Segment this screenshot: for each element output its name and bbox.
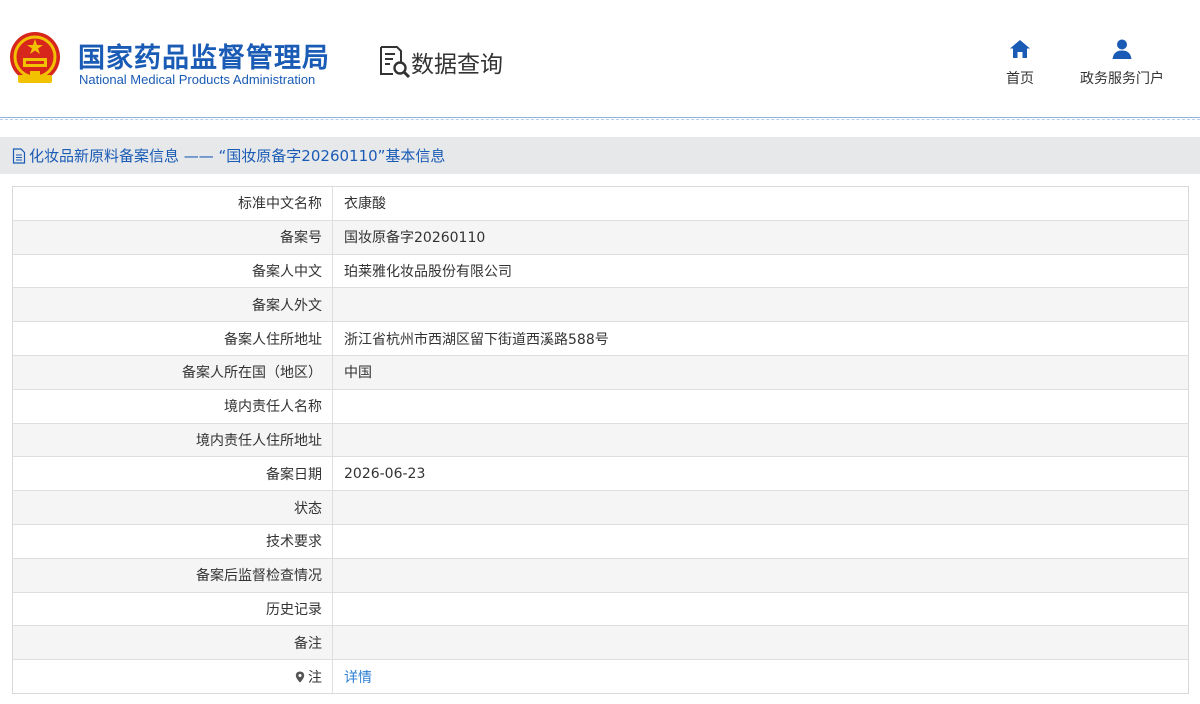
org-name-en: National Medical Products Administration bbox=[79, 72, 316, 87]
row-label: 备案人中文 bbox=[12, 254, 333, 289]
row-value: 浙江省杭州市西湖区留下街道西溪路588号 bbox=[332, 321, 1189, 356]
row-label: 状态 bbox=[12, 490, 333, 525]
user-icon bbox=[1112, 39, 1132, 59]
row-label: 备注 bbox=[12, 625, 333, 661]
header-divider bbox=[0, 117, 1200, 120]
details-link[interactable]: 详情 bbox=[344, 670, 372, 686]
table-row: 备注 bbox=[12, 625, 1189, 661]
national-emblem-icon bbox=[10, 32, 60, 83]
nav-home-button[interactable]: 首页 bbox=[970, 38, 1070, 88]
org-name-cn: 国家药品监督管理局 bbox=[78, 43, 330, 74]
row-value bbox=[332, 423, 1189, 458]
row-value: 衣康酸 bbox=[332, 186, 1189, 221]
nav-home-label: 首页 bbox=[1006, 71, 1034, 87]
table-row: 备案人外文 bbox=[12, 287, 1189, 323]
row-label: 备案号 bbox=[12, 220, 333, 255]
row-value: 2026-06-23 bbox=[332, 456, 1189, 492]
row-value bbox=[332, 592, 1189, 627]
row-value: 珀莱雅化妆品股份有限公司 bbox=[332, 254, 1189, 289]
table-row: 备案日期 2026-06-23 bbox=[12, 456, 1189, 492]
table-row: 境内责任人住所地址 bbox=[12, 423, 1189, 458]
row-value bbox=[332, 389, 1189, 424]
page-title: 化妆品新原料备案信息 —— “国妆原备字20260110”基本信息 bbox=[29, 147, 446, 165]
table-row: 历史记录 bbox=[12, 592, 1189, 627]
table-row: 标准中文名称 衣康酸 bbox=[12, 186, 1189, 221]
row-label: 备案人住所地址 bbox=[12, 321, 333, 356]
note-label-cell: 注 bbox=[12, 659, 333, 694]
page-title-bar: 化妆品新原料备案信息 —— “国妆原备字20260110”基本信息 bbox=[0, 137, 1200, 174]
row-label: 技术要求 bbox=[12, 524, 333, 559]
row-label: 备案人所在国（地区） bbox=[12, 355, 333, 390]
row-value: 国妆原备字20260110 bbox=[332, 220, 1189, 255]
home-icon bbox=[1010, 40, 1030, 58]
row-value bbox=[332, 524, 1189, 559]
detail-table: 标准中文名称 衣康酸 备案号 国妆原备字20260110 备案人中文 珀莱雅化妆… bbox=[12, 186, 1189, 694]
site-header: 国家药品监督管理局 National Medical Products Admi… bbox=[0, 0, 1200, 120]
row-value bbox=[332, 625, 1189, 661]
row-label: 备案日期 bbox=[12, 456, 333, 492]
row-value bbox=[332, 490, 1189, 525]
table-row: 状态 bbox=[12, 490, 1189, 525]
table-row: 境内责任人名称 bbox=[12, 389, 1189, 424]
row-label: 备案人外文 bbox=[12, 287, 333, 323]
table-row: 备案人中文 珀莱雅化妆品股份有限公司 bbox=[12, 254, 1189, 289]
table-row: 备案人住所地址 浙江省杭州市西湖区留下街道西溪路588号 bbox=[12, 321, 1189, 356]
table-row: 备案号 国妆原备字20260110 bbox=[12, 220, 1189, 255]
row-label: 标准中文名称 bbox=[12, 186, 333, 221]
table-row: 备案后监督检查情况 bbox=[12, 558, 1189, 593]
table-row: 技术要求 bbox=[12, 524, 1189, 559]
document-icon bbox=[12, 147, 26, 164]
row-value bbox=[332, 558, 1189, 593]
row-label: 境内责任人名称 bbox=[12, 389, 333, 424]
row-label: 备案后监督检查情况 bbox=[12, 558, 333, 593]
note-row: 注 详情 bbox=[12, 659, 1189, 694]
row-value: 中国 bbox=[332, 355, 1189, 390]
note-label: 注 bbox=[308, 669, 322, 686]
row-label: 境内责任人住所地址 bbox=[12, 423, 333, 458]
table-row: 备案人所在国（地区） 中国 bbox=[12, 355, 1189, 390]
nav-portal-button[interactable]: 政务服务门户 bbox=[1072, 38, 1172, 88]
map-pin-icon bbox=[295, 671, 305, 683]
note-value-cell: 详情 bbox=[333, 660, 1189, 694]
row-label: 历史记录 bbox=[12, 592, 333, 627]
section-title: 数据查询 bbox=[411, 52, 503, 78]
document-search-icon bbox=[380, 46, 411, 78]
row-value bbox=[332, 287, 1189, 323]
nav-portal-label: 政务服务门户 bbox=[1080, 71, 1164, 87]
